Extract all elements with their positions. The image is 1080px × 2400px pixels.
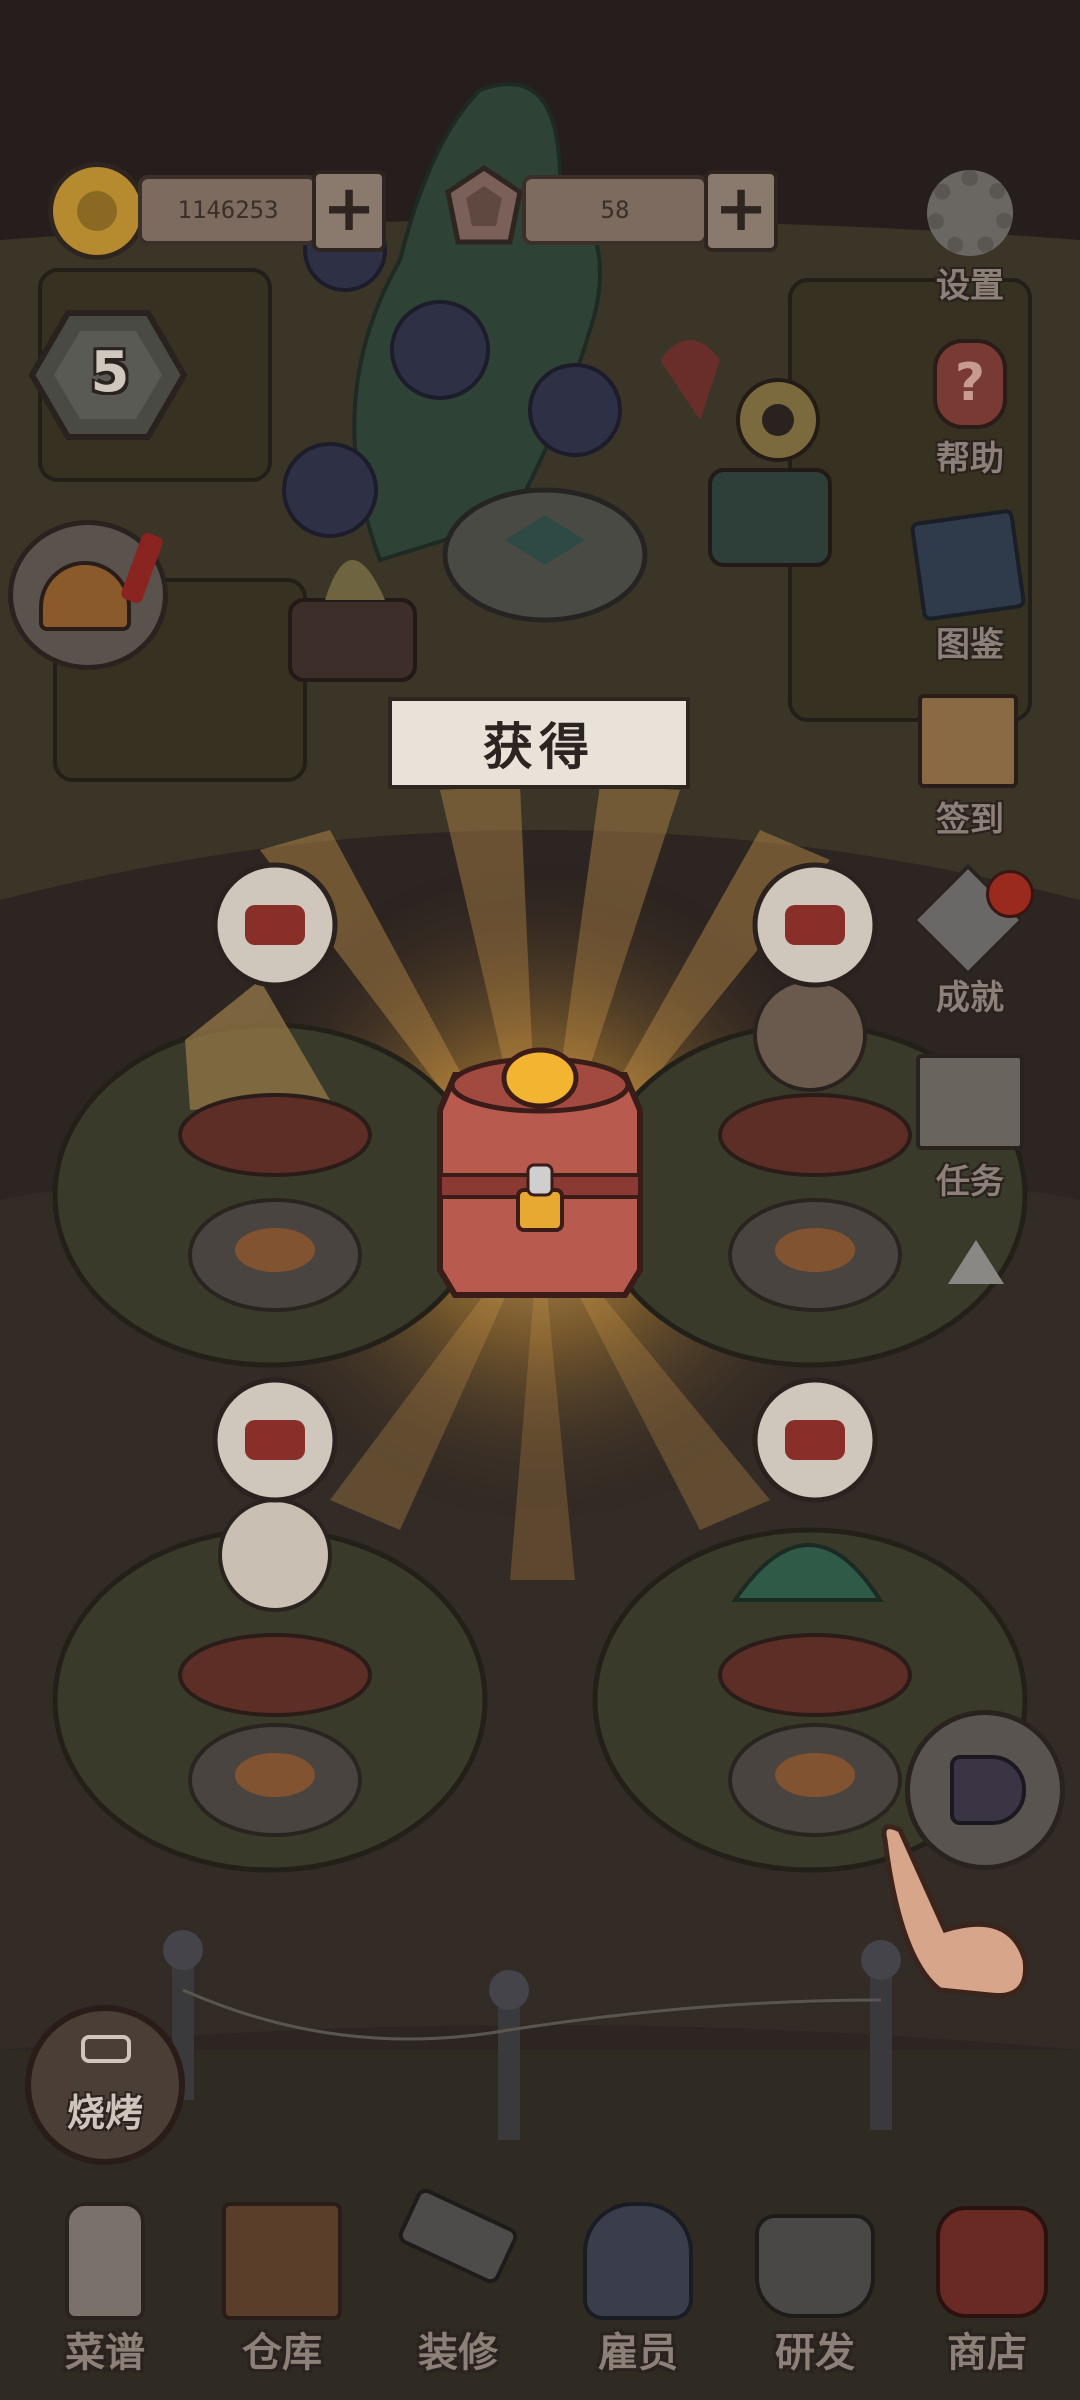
level-number: 5 xyxy=(90,340,130,405)
nav-decorate[interactable]: 装修 xyxy=(383,2185,533,2392)
add-coins-button[interactable]: + xyxy=(312,170,386,252)
hammer-icon xyxy=(395,2185,521,2287)
staff-avatar-icon xyxy=(583,2202,693,2320)
checkin-label: 签到 xyxy=(936,800,1004,840)
coin-counter: 1146253 xyxy=(138,175,318,245)
nav-recipes-label: 菜谱 xyxy=(65,2330,145,2376)
help-button[interactable]: ? 帮助 xyxy=(915,335,1025,479)
banner-title: 获得 xyxy=(483,717,595,776)
bell-icon xyxy=(39,561,131,631)
collapse-menu-icon[interactable] xyxy=(948,1240,1004,1284)
cabinet-icon xyxy=(222,2202,342,2320)
coin-icon xyxy=(48,162,146,260)
reward-chest xyxy=(437,1047,643,1298)
book-icon xyxy=(909,508,1027,622)
gear-icon xyxy=(927,170,1013,256)
megaphone-button[interactable] xyxy=(905,1710,1065,1870)
nav-staff[interactable]: 雇员 xyxy=(563,2192,713,2392)
gem-icon xyxy=(438,162,530,254)
gem-counter: 58 xyxy=(522,175,708,245)
nav-warehouse[interactable]: 仓库 xyxy=(207,2192,357,2392)
tasks-button[interactable]: 任务 xyxy=(908,1050,1032,1202)
settings-label: 设置 xyxy=(936,266,1004,306)
settings-button[interactable]: 设置 xyxy=(915,170,1025,306)
achievements-label: 成就 xyxy=(936,978,1004,1018)
notification-dot xyxy=(986,870,1034,918)
pot-icon xyxy=(755,2214,875,2318)
help-label: 帮助 xyxy=(936,439,1004,479)
game-screen: 1146253 + 58 + 5 设置 ? 帮助 图鉴 签到 成就 任务 获得 … xyxy=(0,0,1080,2400)
nav-warehouse-label: 仓库 xyxy=(242,2330,322,2376)
nav-recipes[interactable]: 菜谱 xyxy=(30,2192,180,2392)
reward-banner: 获得 xyxy=(388,697,690,789)
add-gems-button[interactable]: + xyxy=(704,170,778,252)
alert-icon xyxy=(119,531,165,605)
grill-icon xyxy=(81,2035,131,2063)
treasure-bag-icon xyxy=(936,2206,1048,2318)
coin-amount: 1146253 xyxy=(177,196,279,224)
map-icon xyxy=(916,1054,1024,1150)
nav-staff-label: 雇员 xyxy=(598,2330,678,2376)
question-icon: ? xyxy=(933,339,1007,429)
nav-shop-label: 商店 xyxy=(947,2330,1027,2376)
collection-label: 图鉴 xyxy=(936,625,1004,665)
grill-label: 烧烤 xyxy=(66,2091,143,2135)
scroll-icon xyxy=(918,694,1018,788)
recipe-scroll-icon xyxy=(65,2202,145,2320)
nav-research-label: 研发 xyxy=(775,2330,855,2376)
nav-shop[interactable]: 商店 xyxy=(920,2192,1070,2392)
bottom-nav: 菜谱 仓库 装修 雇员 研发 商店 xyxy=(0,2180,1080,2400)
checkin-button[interactable]: 签到 xyxy=(908,690,1032,840)
gem-amount: 58 xyxy=(600,196,630,224)
collection-button[interactable]: 图鉴 xyxy=(908,508,1032,665)
megaphone-icon xyxy=(950,1755,1026,1825)
nav-research[interactable]: 研发 xyxy=(740,2192,890,2392)
achievements-button[interactable]: 成就 xyxy=(908,863,1038,1030)
tasks-label: 任务 xyxy=(936,1162,1004,1202)
service-bell-button[interactable] xyxy=(8,520,168,670)
nav-decorate-label: 装修 xyxy=(418,2330,498,2376)
